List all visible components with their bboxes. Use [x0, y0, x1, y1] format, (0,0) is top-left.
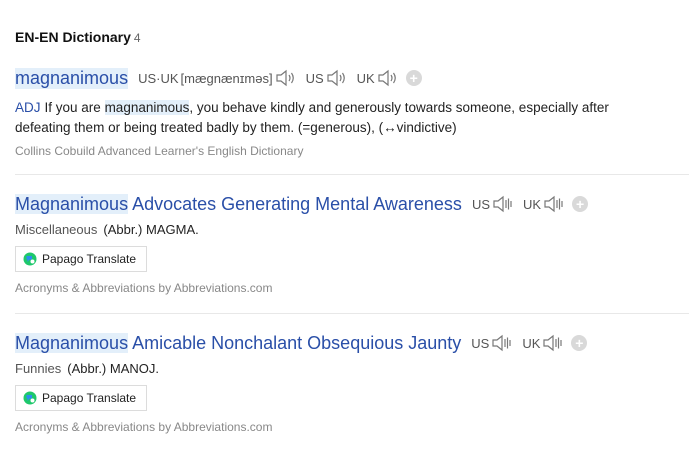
- speaker-icon[interactable]: [542, 195, 564, 213]
- papago-logo-icon: [23, 391, 37, 405]
- entry-manoj: Magnanimous Amicable Nonchalant Obsequio…: [15, 329, 689, 434]
- source-label: Acronyms & Abbreviations by Abbreviation…: [15, 420, 273, 434]
- speaker-icon[interactable]: [541, 334, 563, 352]
- abbr-text: (Abbr.) MANOJ.: [67, 361, 159, 376]
- speaker-icon[interactable]: [274, 69, 296, 87]
- papago-translate-button[interactable]: Papago Translate: [15, 246, 148, 272]
- uk-label: UK: [523, 196, 542, 212]
- headword-link[interactable]: Magnanimous Amicable Nonchalant Obsequio…: [15, 332, 462, 354]
- speaker-icon[interactable]: [376, 69, 398, 87]
- part-of-speech: ADJ: [15, 100, 41, 115]
- plus-icon[interactable]: +: [405, 70, 422, 86]
- us-label: US: [471, 196, 490, 212]
- entry-magma: Magnanimous Advocates Generating Mental …: [15, 190, 689, 295]
- pronunciation-group: US UK +: [471, 334, 588, 352]
- definition: ADJ If you are magnanimous, you behave ki…: [15, 98, 655, 138]
- speaker-icon[interactable]: [490, 334, 512, 352]
- us-label: US: [305, 70, 324, 86]
- uk-label: UK: [356, 70, 375, 86]
- pronunciation-group: US UK +: [472, 195, 589, 213]
- meta-row: Miscellaneous (Abbr.) MAGMA.: [15, 222, 689, 237]
- entry-magnanimous: magnanimous US·UK [mæɡnænɪməs] US UK + A…: [15, 64, 689, 158]
- plus-icon[interactable]: +: [572, 196, 589, 212]
- headword-link[interactable]: magnanimous: [15, 67, 129, 89]
- uk-pron: UK: [357, 69, 398, 87]
- section-title: EN-EN Dictionary: [15, 29, 131, 45]
- plus-icon[interactable]: +: [571, 335, 588, 351]
- papago-label: Papago Translate: [42, 391, 137, 405]
- divider: [15, 313, 689, 314]
- uk-label: UK: [522, 335, 541, 351]
- category-label: Funnies: [15, 361, 62, 376]
- uk-pron: UK: [522, 334, 563, 352]
- source-label: Collins Cobuild Advanced Learner's Engli…: [15, 144, 304, 158]
- pron-label: US·UK: [138, 70, 179, 86]
- uk-pron: UK: [523, 195, 564, 213]
- headword-link[interactable]: Magnanimous Advocates Generating Mental …: [15, 193, 462, 215]
- speaker-icon[interactable]: [325, 69, 347, 87]
- title-highlight: Magnanimous: [15, 332, 129, 353]
- category-label: Miscellaneous: [15, 222, 98, 237]
- meta-row: Funnies (Abbr.) MANOJ.: [15, 361, 689, 376]
- title-rest: Advocates Generating Mental Awareness: [128, 193, 462, 214]
- result-count: 4: [133, 31, 141, 45]
- source-label: Acronyms & Abbreviations by Abbreviation…: [15, 281, 273, 295]
- us-pron: US: [471, 334, 512, 352]
- papago-logo-icon: [23, 252, 37, 266]
- us-pron: US: [472, 195, 513, 213]
- entry-headrow: magnanimous US·UK [mæɡnænɪməs] US UK +: [15, 64, 689, 92]
- papago-label: Papago Translate: [42, 252, 137, 266]
- phonetic-text: [mæɡnænɪməs]: [180, 70, 273, 86]
- speaker-icon[interactable]: [491, 195, 513, 213]
- abbr-text: (Abbr.) MAGMA.: [103, 222, 199, 237]
- entry-headrow: Magnanimous Advocates Generating Mental …: [15, 190, 689, 218]
- us-label: US: [471, 335, 490, 351]
- title-highlight: Magnanimous: [15, 193, 129, 214]
- papago-translate-button[interactable]: Papago Translate: [15, 385, 148, 411]
- divider: [15, 174, 689, 175]
- section-header: EN-EN Dictionary 4: [15, 29, 141, 45]
- pronunciation-group: US·UK [mæɡnænɪməs] US UK +: [138, 69, 422, 87]
- def-highlight: magnanimous: [104, 100, 190, 115]
- us-pron: US: [306, 69, 347, 87]
- title-rest: Amicable Nonchalant Obsequious Jaunty: [128, 332, 462, 353]
- def-text-pre: If you are: [44, 100, 105, 115]
- entry-headrow: Magnanimous Amicable Nonchalant Obsequio…: [15, 329, 689, 357]
